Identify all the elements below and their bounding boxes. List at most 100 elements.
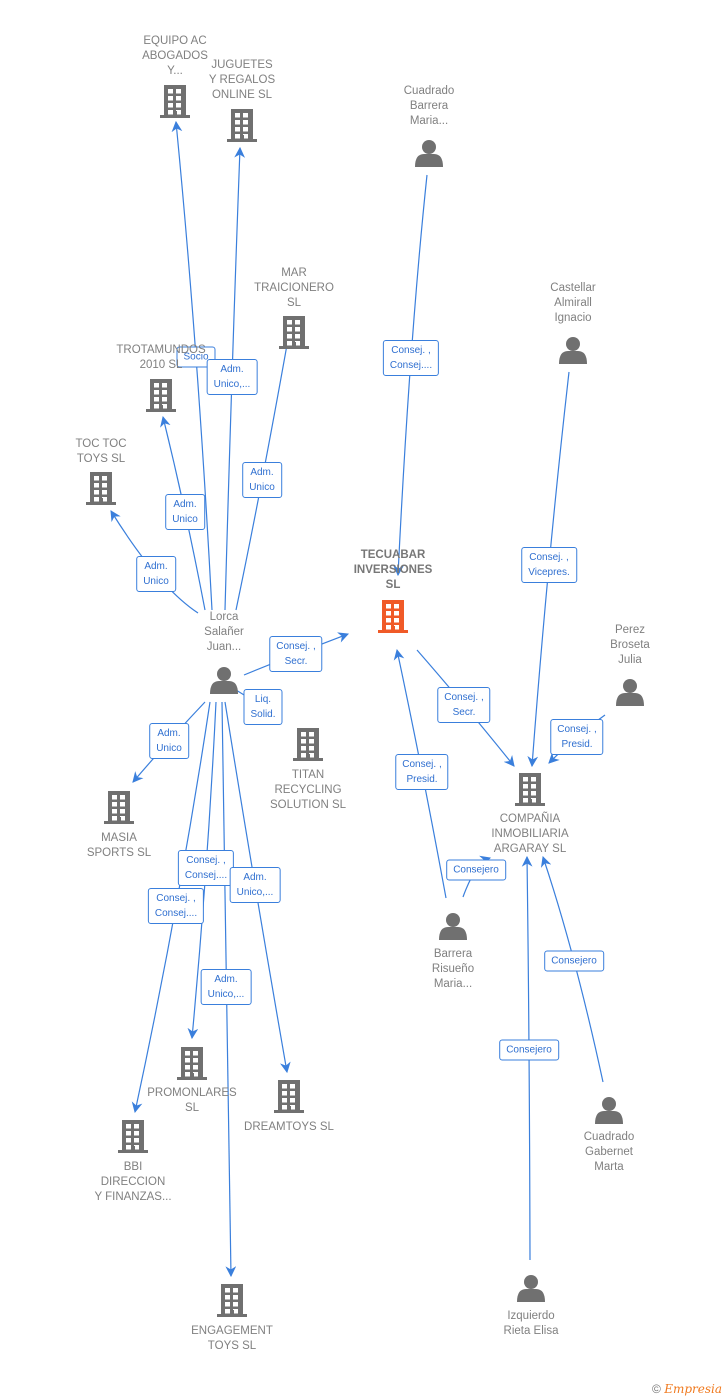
relation-label[interactable]: Adm. Unico — [242, 462, 282, 498]
relation-text: Adm. — [173, 499, 197, 510]
relation-text: Consej. , — [444, 692, 484, 703]
building-icon[interactable] — [274, 1080, 304, 1113]
person-icon[interactable] — [439, 913, 467, 940]
node-label-castellar[interactable]: Castellar Almirall Ignacio — [550, 281, 595, 326]
relation-label[interactable]: Adm. Unico,... — [206, 359, 258, 395]
relation-label[interactable]: Adm. Unico — [165, 494, 205, 530]
node-label-line: TECUABAR — [360, 549, 426, 561]
brand-logo: Empresia — [664, 1382, 722, 1396]
relation-text: Adm. — [243, 872, 267, 883]
node-label-line: PROMONLARES — [147, 1087, 237, 1099]
node-label-cuadradoBarrera[interactable]: Cuadrado Barrera Maria... — [404, 84, 455, 129]
node-label-line: TOYS SL — [207, 1340, 257, 1352]
node-label-line: Ignacio — [554, 312, 592, 324]
node-label-line: ONLINE SL — [211, 89, 273, 101]
relation-text: Unico — [172, 514, 198, 525]
node-label-compania[interactable]: COMPAÑIA INMOBILIARIA ARGARAY SL — [491, 812, 568, 857]
node-label-line: Marta — [594, 1161, 624, 1173]
node-label-tecuabar[interactable]: TECUABAR INVERSIONES SL — [354, 548, 433, 593]
node-label-bbi[interactable]: BBI DIRECCION Y FINANZAS... — [94, 1160, 171, 1205]
node-label-engagement[interactable]: ENGAGEMENT TOYS SL — [191, 1324, 273, 1354]
relation-label[interactable]: Consej. , Presid. — [395, 754, 449, 790]
relation-text: Consej.... — [154, 908, 198, 919]
relation-text: Consej. , — [186, 855, 226, 866]
relation-label[interactable]: Adm. Unico,... — [200, 969, 252, 1005]
node-label-juguetes[interactable]: JUGUETES Y REGALOS ONLINE SL — [209, 58, 275, 103]
relation-text: Unico — [249, 482, 275, 493]
relation-text: Consej. , — [529, 552, 569, 563]
person-icon[interactable] — [616, 679, 644, 706]
person-icon[interactable] — [210, 667, 238, 694]
node-label-line: Maria... — [433, 978, 473, 990]
building-icon[interactable] — [293, 728, 323, 761]
node-label-titan[interactable]: TITAN RECYCLING SOLUTION SL — [270, 768, 346, 813]
building-icon[interactable] — [104, 791, 134, 824]
node-label-line: 2010 SL — [139, 359, 183, 371]
node-label-line: Y FINANZAS... — [94, 1191, 172, 1203]
node-label-promonlares[interactable]: PROMONLARES SL — [147, 1086, 236, 1116]
node-label-line: Cuadrado — [583, 1131, 635, 1143]
building-icon[interactable] — [227, 109, 257, 142]
relation-text: Unico — [156, 743, 182, 754]
relation-text: Unico,... — [207, 989, 245, 1000]
relation-text: Adm. — [250, 467, 274, 478]
relation-text: Liq. — [254, 694, 272, 705]
focus-company-icon[interactable] — [378, 600, 408, 633]
person-icon[interactable] — [559, 337, 587, 364]
building-icon[interactable] — [118, 1120, 148, 1153]
node-label-mar[interactable]: MAR TRAICIONERO SL — [254, 266, 334, 311]
building-icon[interactable] — [160, 85, 190, 118]
person-icon[interactable] — [415, 140, 443, 167]
node-label-line: SL — [184, 1102, 200, 1114]
relation-text: Consejero — [453, 864, 499, 876]
person-icon[interactable] — [517, 1275, 545, 1302]
node-label-barrera[interactable]: Barrera Risueño Maria... — [432, 947, 474, 992]
relation-label[interactable]: Consejero — [544, 950, 604, 972]
building-icon[interactable] — [86, 472, 116, 505]
node-label-masia[interactable]: MASIA SPORTS SL — [87, 831, 151, 861]
relation-text: Unico — [143, 576, 169, 587]
node-label-cuadradoGabernet[interactable]: Cuadrado Gabernet Marta — [584, 1130, 635, 1175]
relation-label[interactable]: Adm. Unico,... — [229, 867, 281, 903]
node-label-line: ARGARAY SL — [493, 843, 567, 855]
building-icon[interactable] — [279, 316, 309, 349]
node-label-equipo[interactable]: EQUIPO AC ABOGADOS Y... — [142, 34, 208, 79]
relation-text: Consej. , — [276, 641, 316, 652]
relation-text: Vicepres. — [528, 567, 570, 578]
person-icon[interactable] — [595, 1097, 623, 1124]
relation-label[interactable]: Consej. , Secr. — [269, 636, 323, 672]
relation-label[interactable]: Consej. , Consej.... — [177, 850, 235, 886]
building-icon[interactable] — [515, 773, 545, 806]
node-label-perez[interactable]: Perez Broseta Julia — [610, 623, 650, 668]
node-label-trotamundos[interactable]: TROTAMUNDOS 2010 SL — [116, 343, 205, 373]
relation-text: Consejero — [506, 1044, 552, 1056]
relation-label[interactable]: Consej. , Consej.... — [147, 888, 205, 924]
node-label-line: MAR — [281, 267, 307, 279]
node-label-toctoc[interactable]: TOC TOC TOYS SL — [75, 437, 126, 467]
relation-label[interactable]: Adm. Unico — [149, 723, 189, 759]
node-label-lorca[interactable]: Lorca Salañer Juan... — [204, 610, 244, 655]
relation-text: Adm. — [220, 364, 244, 375]
node-label-izquierdo[interactable]: Izquierdo Rieta Elisa — [504, 1309, 559, 1339]
relation-label[interactable]: Consej. , Vicepres. — [521, 547, 577, 583]
relation-label[interactable]: Consej. , Presid. — [550, 719, 604, 755]
node-label-line: RECYCLING — [274, 784, 342, 796]
relation-label[interactable]: Consej. , Secr. — [437, 687, 491, 723]
building-icon[interactable] — [146, 379, 176, 412]
relation-label[interactable]: Consejero — [446, 859, 506, 881]
relation-label[interactable]: Adm. Unico — [136, 556, 176, 592]
building-icon[interactable] — [217, 1284, 247, 1317]
node-label-line: SPORTS SL — [86, 847, 152, 859]
building-icon[interactable] — [177, 1047, 207, 1080]
node-label-line: Castellar — [550, 282, 596, 294]
node-label-line: TOC TOC — [75, 438, 127, 450]
node-label-line: Y... — [167, 65, 183, 77]
relation-label[interactable]: Consej. , Consej.... — [382, 340, 440, 376]
node-label-dreamtoys[interactable]: DREAMTOYS SL — [244, 1120, 334, 1135]
node-label-line: JUGUETES — [211, 59, 273, 71]
node-label-line: SL — [286, 297, 302, 309]
node-label-line: TITAN — [291, 769, 325, 781]
relation-label[interactable]: Liq. Solid. — [243, 689, 283, 725]
node-label-line: Barrera — [433, 948, 473, 960]
relation-label[interactable]: Consejero — [499, 1039, 559, 1061]
